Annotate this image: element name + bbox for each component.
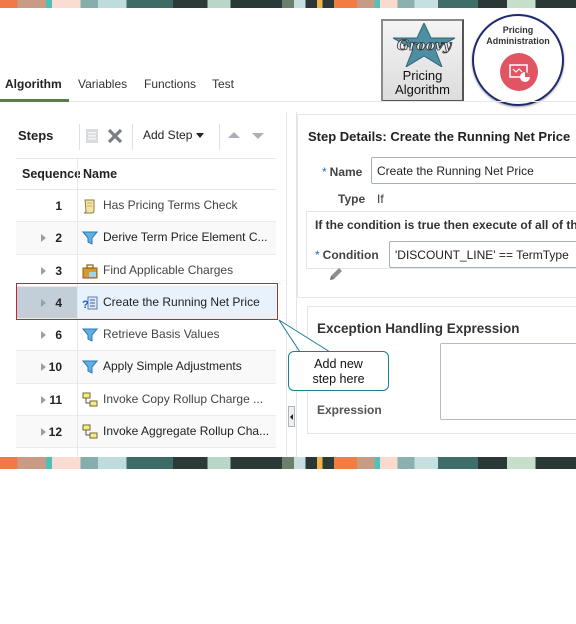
row-name: Find Applicable Charges [103,262,234,277]
table-row[interactable]: 12 Invoke Aggregate Rollup Cha... [16,416,276,449]
script-icon [82,198,98,214]
duplicate-icon[interactable] [84,128,100,144]
splitter [286,112,287,457]
row-sequence: 4 [55,295,62,310]
admin-label-line2: Administration [486,36,550,46]
expand-row-icon[interactable] [41,363,46,372]
active-tab-indicator [0,99,69,102]
table-row[interactable]: 4? Create the Running Net Price [16,286,276,320]
expand-row-icon[interactable] [41,395,46,404]
steps-table: Sequence Name 1 Has Pricing Terms Check 2 D… [16,158,276,449]
expand-row-icon[interactable] [41,266,46,275]
add-step-label: Add Step [143,128,193,142]
filter-icon [81,359,99,375]
delete-icon[interactable] [107,128,123,144]
row-name: Create the Running Net Price [103,294,260,309]
row-name: Has Pricing Terms Check [103,198,238,212]
condition-intro-text: If the condition is true then execute of… [315,218,576,232]
tab-functions[interactable]: Functions [144,77,196,91]
expression-label: Expression [317,403,382,417]
required-indicator: * [315,248,320,262]
column-header-name[interactable]: Name [83,167,117,181]
condition-field[interactable]: 'DISCOUNT_LINE' == TermType [389,241,576,268]
filter-icon [81,327,99,343]
expand-row-icon[interactable] [41,298,46,307]
tab-test[interactable]: Test [212,77,234,91]
expand-row-icon[interactable] [41,234,46,243]
callout-line2: step here [312,372,365,386]
decorative-banner-top [0,0,576,8]
name-field[interactable]: Create the Running Net Price [371,157,576,184]
add-step-callout: Add new step here [288,351,389,391]
expand-row-icon[interactable] [41,331,46,340]
add-step-button[interactable]: Add Step [143,128,205,142]
filter-icon [81,230,99,246]
move-down-icon[interactable] [252,133,264,139]
decorative-banner-bottom [0,457,576,469]
chevron-down-icon [196,133,205,138]
table-row[interactable]: 6 Retrieve Basis Values [16,319,276,352]
groovy-star-icon: Groovy [393,23,455,67]
move-up-icon[interactable] [228,132,240,138]
conditional-icon: ? [82,295,98,311]
condition-label: * Condition [315,248,379,262]
callout-line1: Add new [314,357,363,371]
tab-variables[interactable]: Variables [78,77,127,91]
condition-section: If the condition is true then execute of… [306,211,576,269]
invoke-icon [82,392,98,408]
expand-row-icon[interactable] [41,428,46,437]
invoke-icon [82,424,98,440]
toolbar-divider [79,124,80,150]
table-row[interactable]: 11 Invoke Copy Rollup Charge ... [16,384,276,417]
tab-algorithm[interactable]: Algorithm [5,77,62,91]
row-name: Retrieve Basis Values [103,327,220,342]
row-sequence: 6 [55,328,62,343]
row-sequence: 12 [48,425,62,440]
step-details-title: Step Details: Create the Running Net Pri… [308,129,571,144]
row-sequence: 10 [48,360,62,375]
briefcase-icon [82,263,98,279]
toolbar-divider [132,124,133,150]
algorithm-tabs: Algorithm Variables Functions Test [0,70,576,102]
steps-panel: Steps Add Step Sequence Name 1 Has Pricin… [16,112,278,458]
groovy-wordmark: Groovy [397,38,452,54]
table-row[interactable]: 3 Find Applicable Charges [16,255,276,287]
column-header-sequence[interactable]: Sequence [22,167,80,181]
column-divider [77,158,78,458]
type-value: If [377,192,384,206]
table-row[interactable]: 1 Has Pricing Terms Check [16,190,276,223]
row-name: Invoke Aggregate Rollup Cha... [103,424,270,439]
toolbar-divider [219,124,220,150]
edit-pencil-icon[interactable] [327,265,345,283]
table-row[interactable]: 10 Apply Simple Adjustments [16,351,276,384]
row-sequence: 1 [55,199,62,213]
row-sequence: 3 [55,263,62,278]
collapse-panel-handle[interactable] [288,406,295,427]
name-label: * Name [322,165,363,179]
steps-title: Steps [18,128,54,143]
row-name: Derive Term Price Element C... [103,230,268,245]
required-indicator: * [322,165,327,179]
type-label: Type [338,192,366,206]
row-sequence: 2 [55,231,62,246]
selected-sequence-cell [16,286,77,319]
table-header: Sequence Name [16,158,276,190]
row-name: Invoke Copy Rollup Charge ... [103,391,264,406]
exception-title: Exception Handling Expression [317,321,520,336]
expression-textarea[interactable] [440,343,576,420]
admin-label-line1: Pricing [502,25,534,35]
row-sequence: 11 [49,392,62,407]
table-row[interactable]: 2 Derive Term Price Element C... [16,222,276,255]
svg-text:?: ? [82,299,89,311]
row-name: Apply Simple Adjustments [103,359,242,374]
